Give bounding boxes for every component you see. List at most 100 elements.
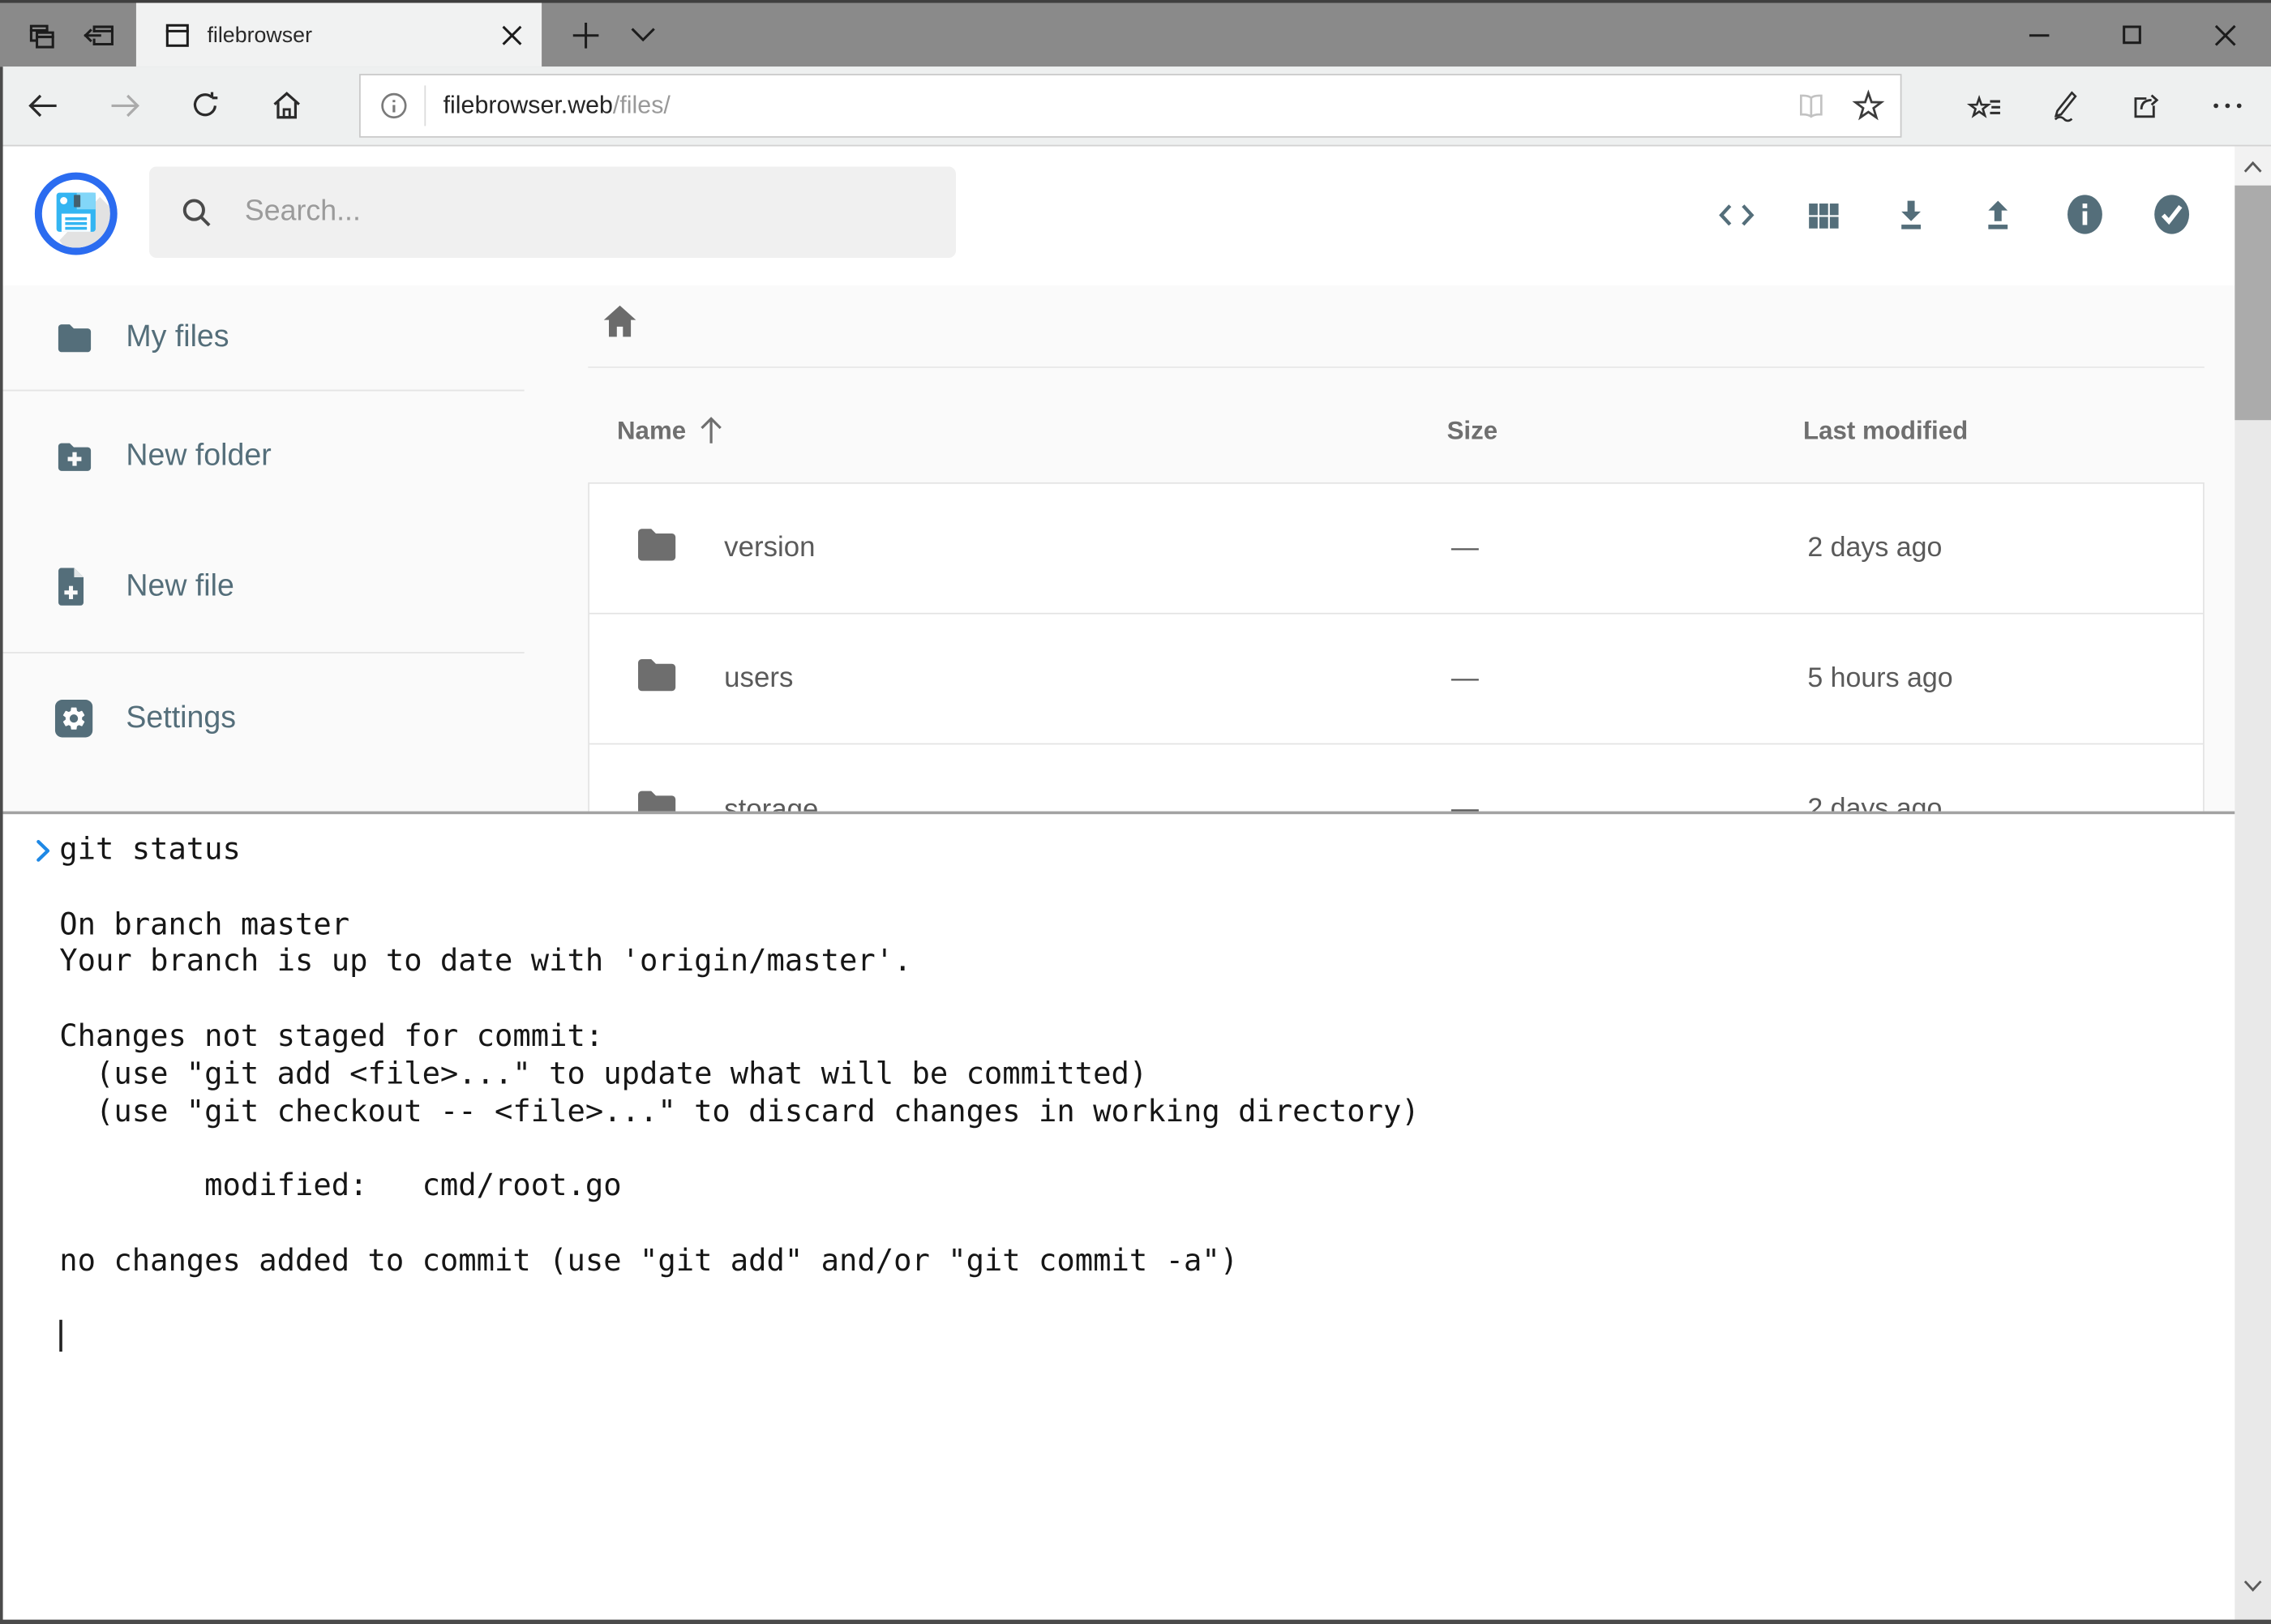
- terminal-output-line: [35, 981, 2235, 1018]
- chevron-down-icon: [2240, 1577, 2265, 1593]
- chevron-down-icon: [630, 26, 656, 43]
- file-name: version: [724, 532, 1451, 565]
- terminal-output-line: Changes not staged for commit:: [35, 1018, 2235, 1056]
- file-size: —: [1451, 794, 1807, 811]
- favorites-hub-button[interactable]: [1943, 74, 2025, 138]
- breadcrumb-home-button[interactable]: [593, 296, 645, 348]
- folder-icon: [55, 321, 94, 354]
- sidebar-item-new-file[interactable]: New file: [3, 521, 525, 652]
- more-ellipsis-icon: [2210, 100, 2245, 111]
- add-favorite-star-icon[interactable]: [1851, 88, 1886, 123]
- refresh-icon: [188, 88, 223, 123]
- tab-filebrowser[interactable]: filebrowser: [136, 3, 542, 67]
- sidebar-item-settings[interactable]: Settings: [3, 653, 525, 784]
- navigation-bar: filebrowser.web/files/: [0, 66, 2271, 146]
- terminal-panel[interactable]: git status On branch master Your branch …: [3, 812, 2235, 1620]
- home-icon: [600, 302, 641, 342]
- sidebar: My files New folder: [3, 285, 525, 812]
- scrollbar-up-button[interactable]: [2235, 146, 2271, 186]
- terminal-output-line: [35, 1130, 2235, 1168]
- site-info-icon: [378, 90, 409, 122]
- file-listing: Name Size Last modified version: [588, 146, 2205, 811]
- folder-icon: [634, 526, 724, 571]
- terminal-output-line: no changes added to commit (use "git add…: [35, 1243, 2235, 1280]
- sidebar-item-my-files[interactable]: My files: [3, 285, 525, 390]
- tab-list-dropdown-button[interactable]: [614, 6, 671, 63]
- window-border-left: [0, 66, 3, 1624]
- forward-button[interactable]: [84, 74, 165, 138]
- maximize-icon: [2120, 24, 2144, 47]
- back-arrow-icon: [26, 88, 61, 123]
- column-header-modified[interactable]: Last modified: [1803, 415, 2205, 446]
- share-icon: [2129, 88, 2164, 123]
- sidebar-item-label: My files: [126, 320, 229, 355]
- home-button[interactable]: [246, 74, 328, 138]
- back-button[interactable]: [3, 74, 84, 138]
- refresh-button[interactable]: [165, 74, 246, 138]
- new-tab-button[interactable]: [556, 6, 614, 63]
- terminal-output: On branch master Your branch is up to da…: [35, 906, 2235, 1280]
- minimize-icon: [2028, 24, 2051, 47]
- terminal-output-line: (use "git add <file>..." to update what …: [35, 1056, 2235, 1093]
- file-size: —: [1451, 662, 1807, 694]
- tab-title: filebrowser: [207, 23, 489, 47]
- url-host: filebrowser.web: [443, 92, 613, 119]
- maximize-button[interactable]: [2085, 3, 2178, 67]
- set-tabs-aside-icon: [81, 18, 116, 51]
- folder-icon: [634, 656, 724, 701]
- column-header-size[interactable]: Size: [1447, 415, 1803, 446]
- prompt-chevron-icon: [35, 838, 52, 863]
- filebrowser-app: My files New folder: [3, 146, 2235, 811]
- sidebar-item-label: New file: [126, 569, 234, 604]
- reading-view-icon[interactable]: [1794, 90, 1828, 122]
- terminal-output-line: On branch master: [35, 906, 2235, 944]
- file-row-storage[interactable]: storage — 2 days ago: [589, 744, 2203, 811]
- file-name: users: [724, 662, 1451, 696]
- close-icon: [500, 24, 522, 45]
- browser-window: filebrowser: [0, 0, 2271, 1624]
- url-path: /files/: [613, 92, 671, 119]
- terminal-output-line: [35, 1206, 2235, 1243]
- plus-icon: [572, 21, 599, 49]
- terminal-output-line: modified: cmd/root.go: [35, 1168, 2235, 1205]
- file-size: —: [1451, 533, 1807, 564]
- settings-more-button[interactable]: [2187, 74, 2268, 138]
- tab-preview-icon: [24, 18, 57, 51]
- share-button[interactable]: [2106, 74, 2187, 138]
- sidebar-item-new-folder[interactable]: New folder: [3, 391, 525, 521]
- web-notes-button[interactable]: [2025, 74, 2106, 138]
- column-header-name[interactable]: Name: [617, 414, 1447, 446]
- sort-ascending-icon: [697, 414, 723, 446]
- page-icon: [165, 23, 190, 47]
- titlebar: filebrowser: [0, 0, 2271, 66]
- folder-plus-icon: [55, 439, 94, 473]
- file-row-version[interactable]: version — 2 days ago: [589, 484, 2203, 615]
- page-scrollbar[interactable]: [2235, 146, 2271, 1619]
- close-window-button[interactable]: [2179, 3, 2271, 67]
- terminal-command: git status: [59, 832, 241, 869]
- window-border-bottom: [0, 1620, 2271, 1624]
- file-name: storage: [724, 793, 1451, 811]
- favorites-list-icon: [1966, 89, 2003, 122]
- home-icon: [269, 88, 304, 123]
- file-row-users[interactable]: users — 5 hours ago: [589, 615, 2203, 745]
- scrollbar-thumb[interactable]: [2235, 186, 2271, 420]
- gear-icon: [55, 700, 92, 737]
- search-icon: [178, 194, 216, 231]
- filebrowser-logo[interactable]: [35, 173, 118, 255]
- floppy-disk-icon: [42, 180, 110, 248]
- folder-icon: [634, 787, 724, 811]
- minimize-button[interactable]: [1993, 3, 2085, 67]
- chevron-up-icon: [2240, 159, 2265, 175]
- tab-preview-button[interactable]: [11, 6, 69, 63]
- forward-arrow-icon: [107, 88, 142, 123]
- sidebar-item-label: New folder: [126, 439, 271, 473]
- terminal-output-line: Your branch is up to date with 'origin/m…: [35, 944, 2235, 981]
- address-bar[interactable]: filebrowser.web/files/: [359, 74, 1901, 138]
- file-plus-icon: [55, 568, 87, 605]
- tab-close-button[interactable]: [490, 13, 533, 57]
- listing-divider: [588, 366, 2205, 368]
- sidebar-item-label: Settings: [126, 701, 236, 736]
- scrollbar-down-button[interactable]: [2235, 1565, 2271, 1605]
- set-tabs-aside-button[interactable]: [70, 6, 127, 63]
